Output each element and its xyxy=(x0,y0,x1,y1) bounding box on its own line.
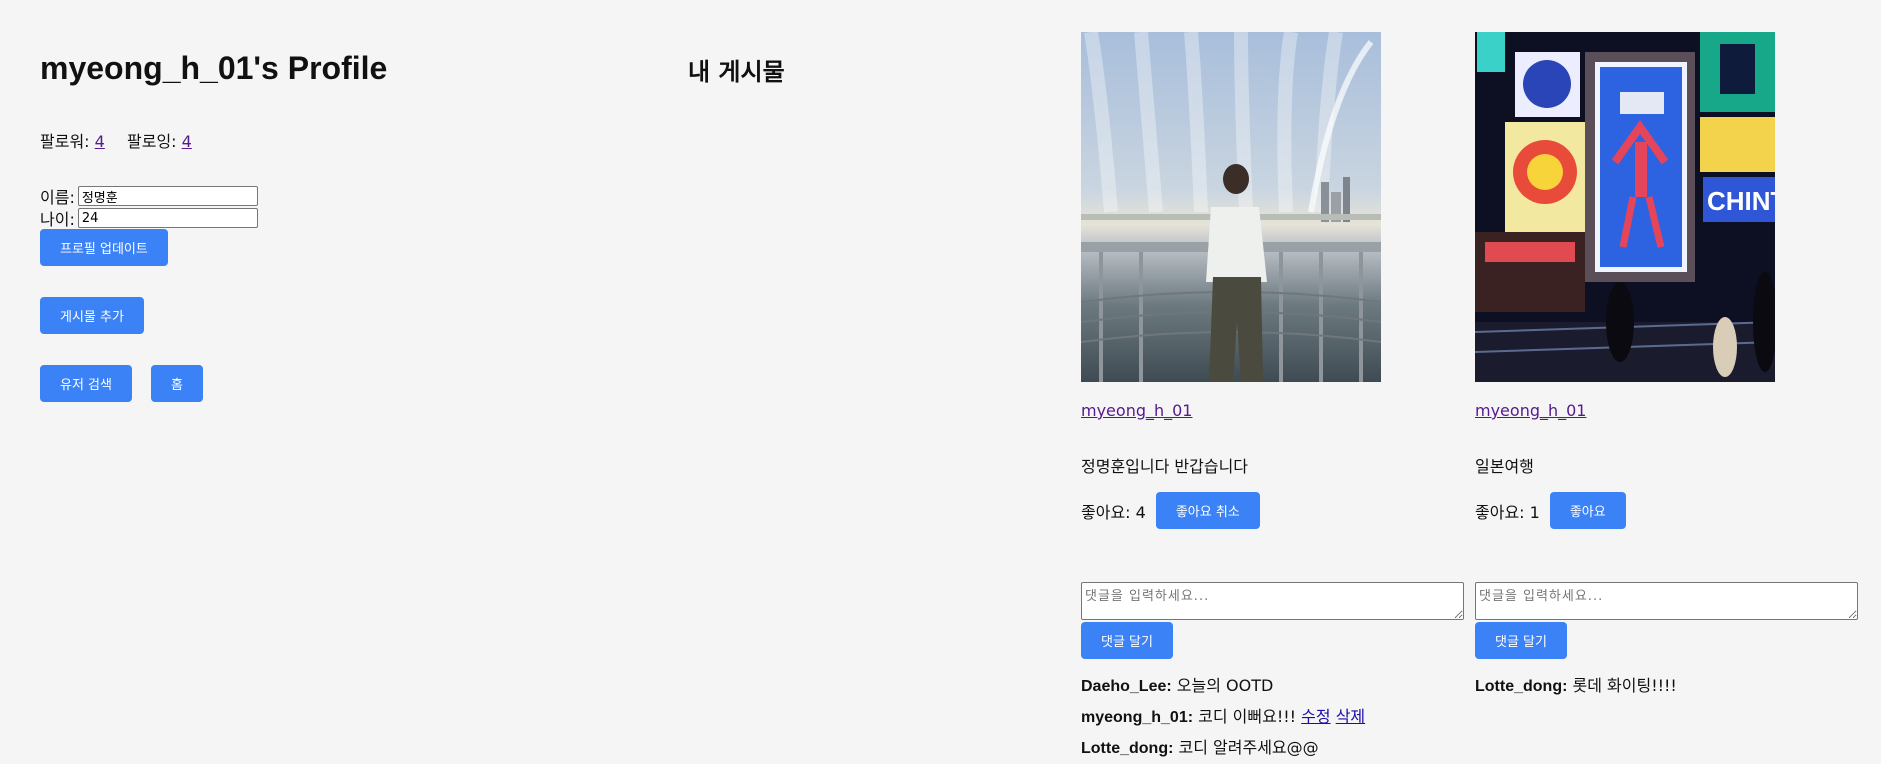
comment-list: Daeho_Lee: 오늘의 OOTD myeong_h_01: 코디 이뻐요!… xyxy=(1081,670,1365,763)
comment-item: Lotte_dong: 코디 알려주세요@@ xyxy=(1081,732,1365,763)
comment-user: myeong_h_01: xyxy=(1081,709,1194,726)
likes-count: 좋아요: 4 xyxy=(1081,502,1146,522)
profile-title: myeong_h_01's Profile xyxy=(40,50,388,86)
post-caption: 정명훈입니다 반갑습니다 xyxy=(1081,457,1249,476)
following-label: 팔로잉: xyxy=(127,132,182,151)
comment-item: Daeho_Lee: 오늘의 OOTD xyxy=(1081,670,1365,701)
svg-text:CHINTA: CHINTA xyxy=(1707,186,1775,216)
likes-count: 좋아요: 1 xyxy=(1475,502,1540,522)
followers-label: 팔로워: xyxy=(40,132,95,151)
follow-stats: 팔로워: 4 팔로잉: 4 xyxy=(40,128,192,152)
comment-list: Lotte_dong: 롯데 화이팅!!!! xyxy=(1475,670,1677,701)
post-card: myeong_h_01 정명훈입니다 반갑습니다 좋아요: 4 좋아요 취소 댓… xyxy=(1081,32,1476,757)
name-label: 이름: xyxy=(40,188,75,207)
home-button[interactable]: 홈 xyxy=(151,365,203,402)
submit-comment-button[interactable]: 댓글 달기 xyxy=(1475,622,1567,659)
comment-user: Lotte_dong: xyxy=(1475,678,1568,695)
name-input[interactable] xyxy=(77,186,258,206)
edit-comment-link[interactable]: 수정 xyxy=(1301,707,1330,726)
likes-row: 좋아요: 4 좋아요 취소 xyxy=(1081,492,1260,529)
comment-item: myeong_h_01: 코디 이뻐요!!! 수정 삭제 xyxy=(1081,701,1365,732)
following-count-link[interactable]: 4 xyxy=(182,132,192,151)
like-button[interactable]: 좋아요 xyxy=(1549,492,1626,529)
followers-count-link[interactable]: 4 xyxy=(95,132,105,151)
profile-form: 이름: 나이: xyxy=(40,185,258,229)
unlike-button[interactable]: 좋아요 취소 xyxy=(1155,492,1260,529)
comment-user: Lotte_dong: xyxy=(1081,740,1174,757)
comment-item: Lotte_dong: 롯데 화이팅!!!! xyxy=(1475,670,1677,701)
post-author-link[interactable]: myeong_h_01 xyxy=(1475,401,1586,420)
comment-text: 코디 이뻐요!!! xyxy=(1193,707,1302,726)
post-author-link[interactable]: myeong_h_01 xyxy=(1081,401,1192,420)
age-label: 나이: xyxy=(40,210,75,229)
post-photo[interactable] xyxy=(1081,32,1381,382)
posts-title: 내 게시물 xyxy=(688,58,785,86)
likes-row: 좋아요: 1 좋아요 xyxy=(1475,492,1626,529)
post-caption: 일본여행 xyxy=(1475,457,1534,476)
submit-comment-button[interactable]: 댓글 달기 xyxy=(1081,622,1173,659)
comment-text: 롯데 화이팅!!!! xyxy=(1567,676,1677,695)
delete-comment-link[interactable]: 삭제 xyxy=(1336,707,1365,726)
comment-text: 오늘의 OOTD xyxy=(1171,676,1274,695)
comment-user: Daeho_Lee: xyxy=(1081,678,1172,695)
post-photo[interactable]: CHINTA xyxy=(1475,32,1775,382)
comment-text: 코디 알려주세요@@ xyxy=(1173,738,1319,757)
comment-input[interactable] xyxy=(1081,582,1464,620)
search-user-button[interactable]: 유저 검색 xyxy=(40,365,132,402)
age-input[interactable] xyxy=(77,208,258,228)
comment-input[interactable] xyxy=(1475,582,1858,620)
add-post-button[interactable]: 게시물 추가 xyxy=(40,297,144,334)
update-profile-button[interactable]: 프로필 업데이트 xyxy=(40,229,168,266)
post-card: CHINTA myeong_h_01 일본여행 좋아요: 1 좋아요 댓글 달기… xyxy=(1475,32,1870,695)
